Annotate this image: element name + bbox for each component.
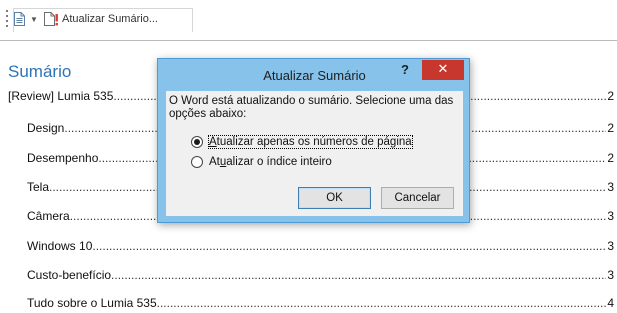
toc-leader-dots: ........................................… bbox=[156, 297, 607, 310]
toc-entry-label[interactable]: Desempenho bbox=[27, 151, 98, 165]
toc-entry-label[interactable]: Câmera bbox=[27, 209, 70, 223]
dialog-body: O Word está atualizando o sumário. Selec… bbox=[166, 91, 463, 216]
toc-page-number: 3 bbox=[607, 209, 614, 223]
toc-page-number: 2 bbox=[607, 89, 614, 103]
toolbar-divider bbox=[0, 40, 617, 41]
update-table-icon[interactable] bbox=[43, 11, 59, 27]
update-toc-dialog: Atualizar Sumário ? ✕ O Word está atuali… bbox=[157, 58, 470, 223]
radio-page-numbers[interactable] bbox=[191, 136, 203, 148]
grip-handle-icon[interactable] bbox=[6, 10, 9, 30]
cancel-button[interactable]: Cancelar bbox=[381, 187, 454, 209]
close-button[interactable]: ✕ bbox=[422, 60, 464, 80]
help-icon[interactable]: ? bbox=[397, 62, 413, 77]
option-entire-table[interactable]: Atualizar o índice inteiro bbox=[191, 154, 332, 170]
toc-entry-label[interactable]: Tudo sobre o Lumia 535 bbox=[27, 296, 157, 310]
toc-page-number: 3 bbox=[607, 268, 614, 282]
update-toc-button[interactable]: Atualizar Sumário... bbox=[62, 13, 158, 25]
toc-page-number: 2 bbox=[607, 151, 614, 165]
toc-entry-label[interactable]: [Review] Lumia 535 bbox=[8, 89, 113, 103]
toc-title: Sumário bbox=[8, 62, 72, 81]
chevron-down-icon[interactable]: ▼ bbox=[30, 15, 38, 24]
radio-entire-table[interactable] bbox=[191, 156, 203, 168]
toc-page-number: 2 bbox=[607, 121, 614, 135]
toc-entry[interactable]: Tudo sobre o Lumia 535..................… bbox=[27, 294, 614, 310]
quick-access-toolbar: ▼ Atualizar Sumário... bbox=[0, 0, 617, 41]
toc-entry[interactable]: Custo-benefício.........................… bbox=[27, 266, 614, 282]
toc-leader-dots: ........................................… bbox=[111, 269, 606, 282]
toc-entry-label[interactable]: Tela bbox=[27, 180, 49, 194]
option-page-numbers[interactable]: Atualizar apenas os números de página bbox=[191, 134, 413, 150]
option-page-numbers-label[interactable]: Atualizar apenas os números de página bbox=[208, 135, 413, 149]
toc-page-number: 4 bbox=[607, 296, 614, 310]
toc-entry-label[interactable]: Custo-benefício bbox=[27, 268, 111, 282]
toc-entry[interactable]: Windows 10..............................… bbox=[27, 237, 614, 253]
toc-entry-label[interactable]: Design bbox=[27, 121, 64, 135]
option-entire-table-label[interactable]: Atualizar o índice inteiro bbox=[209, 156, 332, 168]
toc-page-number: 3 bbox=[607, 239, 614, 253]
toc-page-number: 3 bbox=[607, 180, 614, 194]
ok-button[interactable]: OK bbox=[298, 187, 371, 209]
document-icon[interactable] bbox=[14, 12, 25, 26]
toc-entry-label[interactable]: Windows 10 bbox=[27, 239, 92, 253]
dialog-message: O Word está atualizando o sumário. Selec… bbox=[169, 95, 454, 120]
toc-leader-dots: ........................................… bbox=[92, 240, 606, 253]
